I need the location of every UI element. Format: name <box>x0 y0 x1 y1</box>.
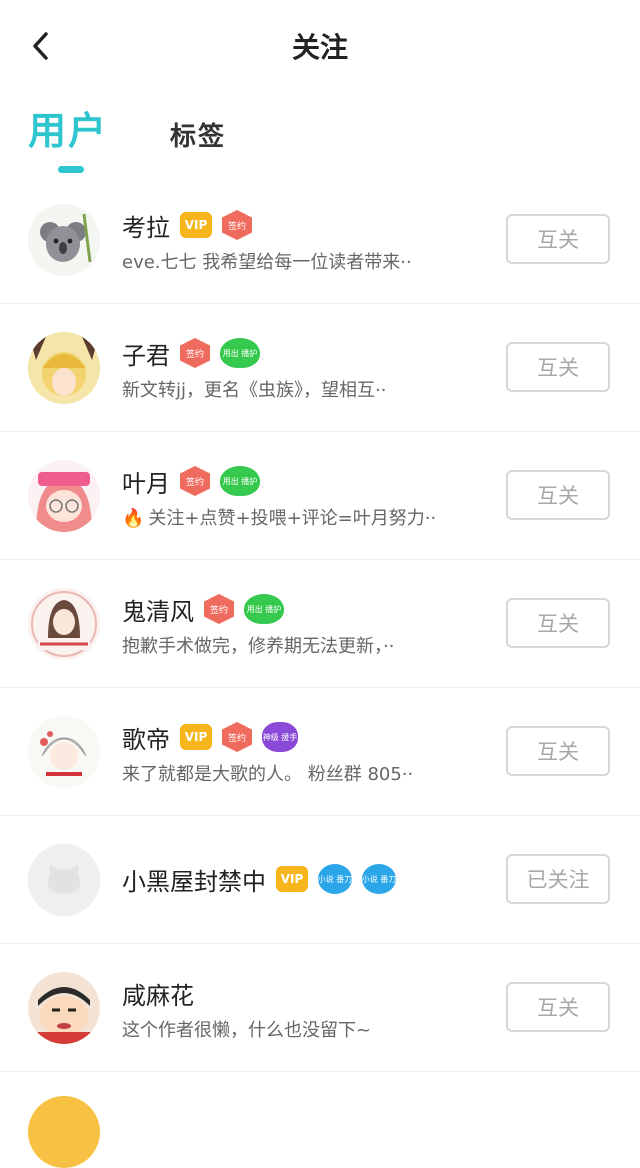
user-name[interactable]: 叶月 <box>122 464 170 499</box>
header: 关注 <box>0 0 640 92</box>
avatar[interactable] <box>28 716 100 788</box>
fire-icon: 🔥 <box>122 508 145 529</box>
list-item[interactable]: 小黑屋封禁中 VIP 小说 番刀 小说 番刀 已关注 <box>0 816 640 944</box>
signed-badge: 签约 <box>204 594 234 624</box>
avatar[interactable] <box>28 972 100 1044</box>
vip-badge: VIP <box>276 866 308 892</box>
green-wing-badge: 用出 播护 <box>220 338 260 368</box>
blue-wing-badge: 小说 番刀 <box>362 864 396 894</box>
user-bio: 新文转jj，更名《虫族》，望相互·· <box>122 380 387 401</box>
mutual-follow-button[interactable]: 互关 <box>506 982 610 1032</box>
vip-badge: VIP <box>180 724 212 750</box>
tab-bar: 用户 标签 <box>0 100 640 180</box>
user-name[interactable]: 小黑屋封禁中 <box>122 862 266 897</box>
avatar[interactable] <box>28 332 100 404</box>
green-wing-badge: 用出 播护 <box>220 466 260 496</box>
list-item[interactable]: 子君 签约 用出 播护 新文转jj，更名《虫族》，望相互·· 互关 <box>0 304 640 432</box>
avatar[interactable] <box>28 1096 100 1168</box>
mutual-follow-button[interactable]: 互关 <box>506 598 610 648</box>
name-line: 小黑屋封禁中 VIP 小说 番刀 小说 番刀 <box>122 862 406 896</box>
mutual-follow-button[interactable]: 互关 <box>506 342 610 392</box>
avatar[interactable] <box>28 460 100 532</box>
signed-badge: 签约 <box>222 722 252 752</box>
following-button[interactable]: 已关注 <box>506 854 610 904</box>
name-line: 叶月 签约 用出 播护 <box>122 464 270 498</box>
list-item[interactable]: 考拉 VIP 签约 eve.七七 我希望给每一位读者带来·· 互关 <box>0 176 640 304</box>
list-item[interactable]: 咸麻花 这个作者很懒，什么也没留下~ 互关 <box>0 944 640 1072</box>
page-title: 关注 <box>291 31 348 64</box>
name-line: 子君 签约 用出 播护 <box>122 336 270 370</box>
name-line: 咸麻花 <box>122 976 204 1010</box>
user-name[interactable]: 子君 <box>122 336 170 371</box>
name-line: 鬼清风 签约 用出 播护 <box>122 592 294 626</box>
avatar[interactable] <box>28 588 100 660</box>
user-name[interactable]: 歌帝 <box>122 720 170 755</box>
list-item[interactable]: 歌帝 VIP 签约 神级 援手 来了就都是大歌的人。 粉丝群 805·· 互关 <box>0 688 640 816</box>
blue-badge: 小说 番刀 <box>318 864 352 894</box>
name-line: 歌帝 VIP 签约 神级 援手 <box>122 720 308 754</box>
user-bio: 🔥 关注+点赞+投喂+评论=叶月努力·· <box>122 504 472 530</box>
purple-crown-badge: 神级 援手 <box>262 722 298 752</box>
mutual-follow-button[interactable]: 互关 <box>506 214 610 264</box>
list-item[interactable] <box>0 1072 640 1168</box>
following-list: 考拉 VIP 签约 eve.七七 我希望给每一位读者带来·· 互关 子君 签约 … <box>0 176 640 1168</box>
user-bio: eve.七七 我希望给每一位读者带来·· <box>122 252 412 273</box>
avatar[interactable] <box>28 844 100 916</box>
vip-badge: VIP <box>180 212 212 238</box>
green-wing-badge: 用出 播护 <box>244 594 284 624</box>
signed-badge: 签约 <box>180 466 210 496</box>
list-item[interactable]: 叶月 签约 用出 播护 🔥 关注+点赞+投喂+评论=叶月努力·· 互关 <box>0 432 640 560</box>
tab-users[interactable]: 用户 <box>28 100 108 155</box>
user-name[interactable]: 咸麻花 <box>122 976 194 1011</box>
mutual-follow-button[interactable]: 互关 <box>506 726 610 776</box>
user-name[interactable]: 鬼清风 <box>122 592 194 627</box>
user-bio: 来了就都是大歌的人。 粉丝群 805·· <box>122 764 414 785</box>
user-bio-text: 关注+点赞+投喂+评论=叶月努力·· <box>148 508 437 529</box>
tab-tags[interactable]: 标签 <box>170 116 226 153</box>
user-bio: 抱歉手术做完，修养期无法更新，·· <box>122 636 395 657</box>
signed-badge: 签约 <box>222 210 252 240</box>
user-name[interactable]: 考拉 <box>122 208 170 243</box>
active-tab-indicator <box>58 166 84 173</box>
name-line: 考拉 VIP 签约 <box>122 208 262 242</box>
signed-badge: 签约 <box>180 338 210 368</box>
user-bio: 这个作者很懒，什么也没留下~ <box>122 1020 372 1041</box>
avatar[interactable] <box>28 204 100 276</box>
list-item[interactable]: 鬼清风 签约 用出 播护 抱歉手术做完，修养期无法更新，·· 互关 <box>0 560 640 688</box>
mutual-follow-button[interactable]: 互关 <box>506 470 610 520</box>
